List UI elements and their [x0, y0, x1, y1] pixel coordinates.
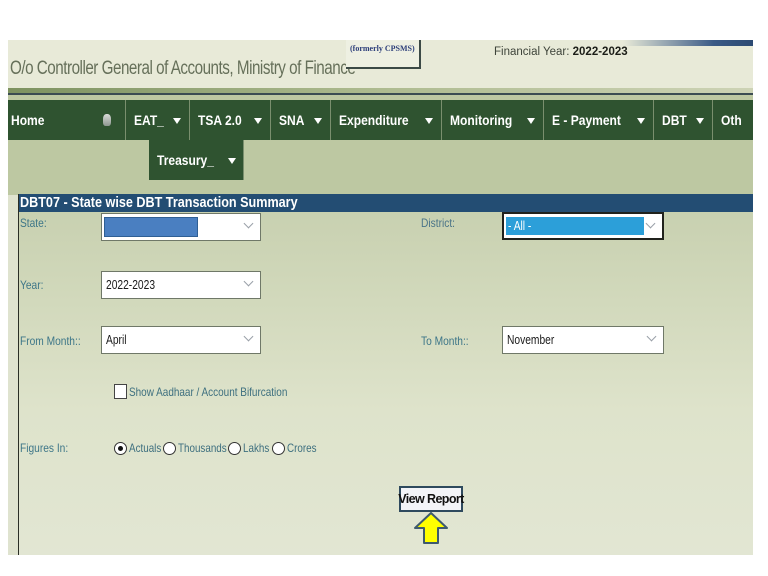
- show-aadhaar-checkbox[interactable]: [114, 384, 127, 399]
- nav-e-payment[interactable]: E - Payment: [543, 100, 655, 140]
- show-aadhaar-option: Show Aadhaar / Account Bifurcation: [114, 384, 320, 399]
- figures-in-label: Figures In:: [20, 441, 69, 455]
- nav-dbt-label: DBT: [662, 112, 687, 128]
- nav-others[interactable]: Oth: [712, 100, 753, 140]
- radio-thousands[interactable]: [163, 441, 177, 455]
- to-month-value: November: [507, 333, 555, 347]
- main-nav: Home EAT_ TSA 2.0 SNA Expenditure Monito…: [8, 100, 753, 140]
- nav-tsa-label: TSA 2.0: [198, 112, 243, 128]
- nav-sna[interactable]: SNA: [271, 100, 331, 140]
- formerly-badge: (formerly CPSMS): [346, 40, 421, 69]
- radio-thousands-label: Thousands: [178, 441, 228, 455]
- to-month-label: To Month::: [421, 334, 469, 348]
- nav-sna-label: SNA: [279, 112, 305, 128]
- radio-lakhs-label: Lakhs: [242, 441, 269, 455]
- year-select[interactable]: 2022-2023: [101, 271, 261, 299]
- chevron-down-icon: [243, 331, 254, 342]
- chevron-down-icon: [646, 331, 657, 342]
- page-frame: O/o Controller General of Accounts, Mini…: [8, 40, 753, 555]
- from-month-select[interactable]: April: [101, 326, 261, 354]
- state-label: State:: [20, 216, 47, 230]
- caret-down-icon: [254, 118, 263, 124]
- radio-actuals[interactable]: [114, 441, 127, 455]
- show-aadhaar-label: Show Aadhaar / Account Bifurcation: [129, 385, 288, 399]
- state-selected-highlight: [104, 217, 198, 237]
- nav-expenditure-label: Expenditure: [338, 112, 409, 128]
- nav-treasury-label: Treasury_: [157, 152, 214, 168]
- nav-home[interactable]: Home: [8, 100, 126, 140]
- caret-down-icon: [228, 158, 237, 164]
- figures-in-radio-group: Actuals Thousands Lakhs Crores: [114, 441, 326, 455]
- nav-dbt[interactable]: DBT: [654, 100, 713, 140]
- chevron-down-icon: [243, 276, 254, 287]
- radio-crores-label: Crores: [286, 441, 317, 455]
- nav-home-label: Home: [11, 112, 45, 128]
- caret-down-icon: [695, 118, 704, 124]
- header-banner: O/o Controller General of Accounts, Mini…: [8, 40, 753, 88]
- radio-lakhs[interactable]: [227, 441, 241, 455]
- district-select[interactable]: - All -: [502, 212, 664, 240]
- nav-expenditure[interactable]: Expenditure: [330, 100, 442, 140]
- state-select[interactable]: [101, 213, 261, 241]
- nav-eat[interactable]: EAT_: [125, 100, 191, 140]
- arrow-up-icon: [414, 512, 448, 544]
- report-panel: DBT07 - State wise DBT Transaction Summa…: [18, 194, 753, 555]
- year-value: 2022-2023: [106, 278, 156, 292]
- view-report-button[interactable]: View Report: [398, 486, 464, 512]
- radio-actuals-label: Actuals: [129, 441, 162, 455]
- district-value: - All -: [508, 219, 532, 233]
- caret-down-icon: [637, 118, 646, 124]
- nav-eat-label: EAT_: [133, 112, 164, 128]
- caret-down-icon: [526, 118, 535, 124]
- formerly-text: (formerly CPSMS): [350, 44, 415, 53]
- caret-down-icon: [424, 118, 433, 124]
- nav-treasury[interactable]: Treasury_: [149, 140, 244, 180]
- district-label: District:: [421, 216, 455, 230]
- nav-e-payment-label: E - Payment: [551, 112, 621, 128]
- from-month-value: April: [106, 333, 127, 347]
- banner-gradient: [623, 40, 753, 46]
- financial-year-label: Financial Year:: [494, 46, 573, 58]
- caret-down-icon: [173, 118, 182, 124]
- financial-year: Financial Year: 2022-2023: [494, 46, 628, 58]
- nav-tsa[interactable]: TSA 2.0: [190, 100, 272, 140]
- home-icon: [102, 114, 111, 126]
- nav-monitoring-label: Monitoring: [449, 112, 512, 128]
- year-label: Year:: [20, 278, 44, 292]
- to-month-select[interactable]: November: [502, 326, 664, 354]
- chevron-down-icon: [645, 218, 656, 229]
- financial-year-value: 2022-2023: [572, 46, 628, 58]
- organization-title: O/o Controller General of Accounts, Mini…: [10, 58, 356, 79]
- report-title-bar: DBT07 - State wise DBT Transaction Summa…: [19, 194, 753, 212]
- radio-crores[interactable]: [271, 441, 285, 455]
- from-month-label: From Month::: [20, 334, 81, 348]
- caret-down-icon: [313, 118, 322, 124]
- nav-others-label: Oth: [720, 112, 742, 128]
- nav-monitoring[interactable]: Monitoring: [441, 100, 544, 140]
- report-title: DBT07 - State wise DBT Transaction Summa…: [20, 195, 298, 211]
- chevron-down-icon: [243, 218, 254, 229]
